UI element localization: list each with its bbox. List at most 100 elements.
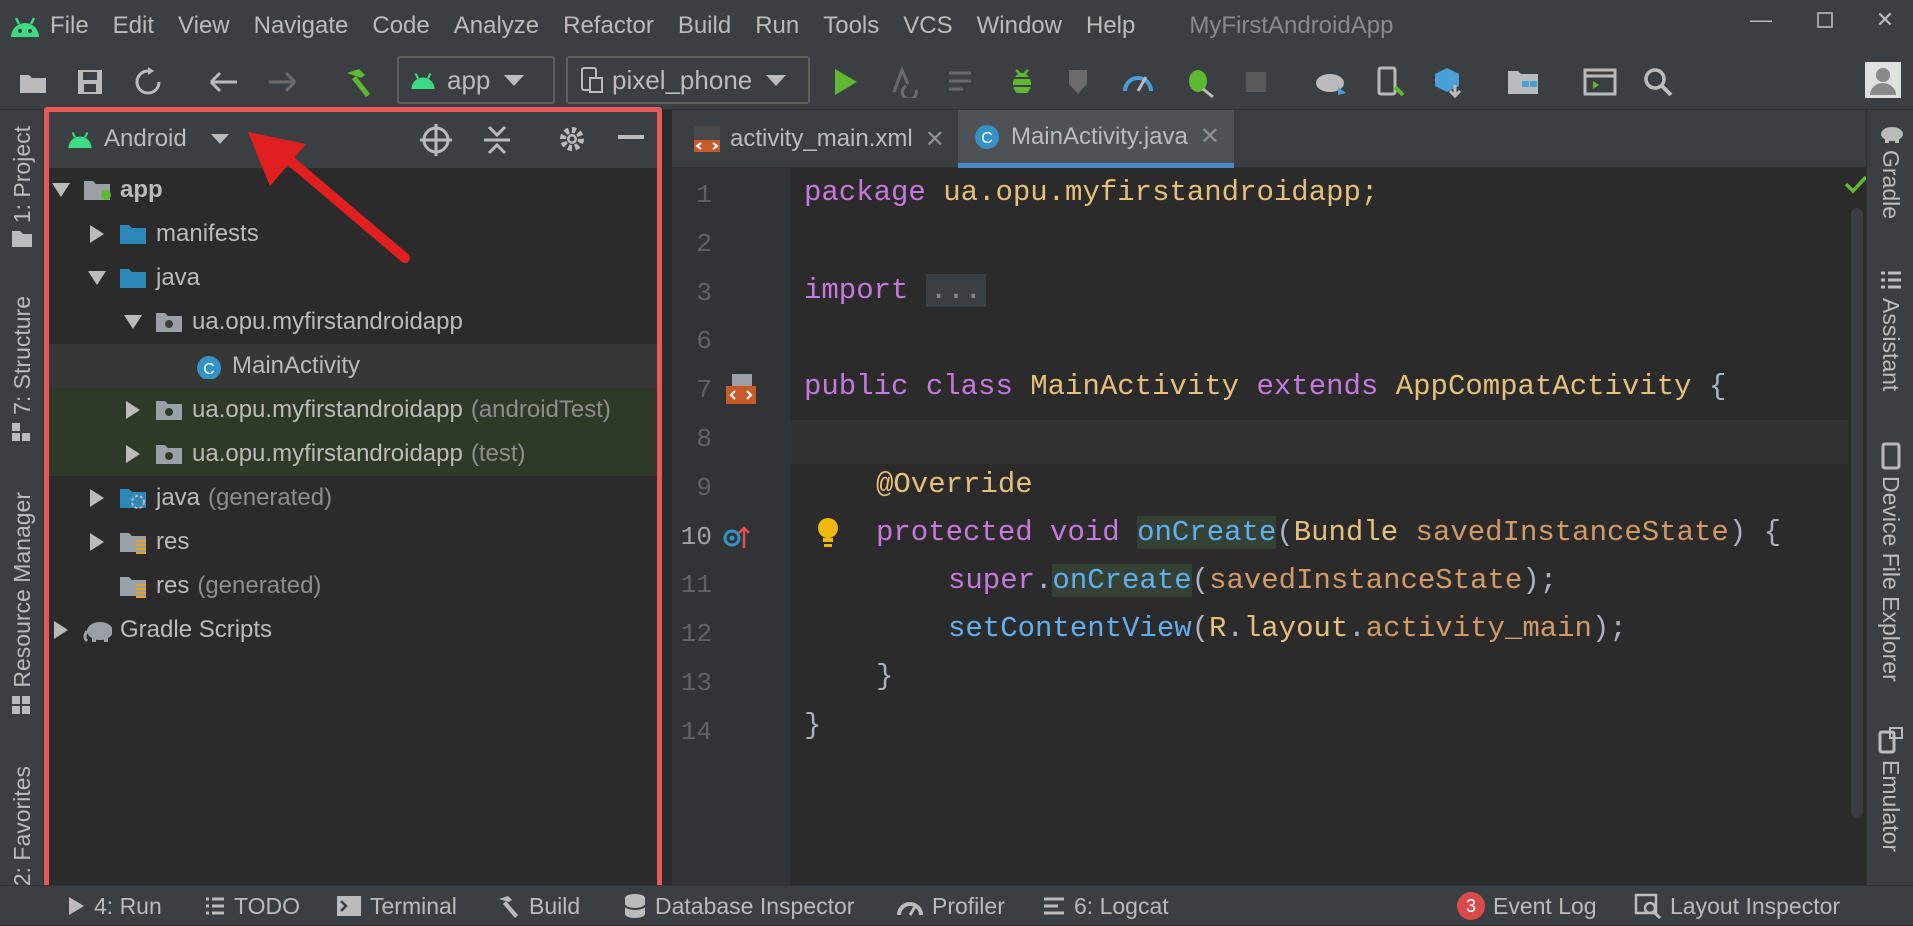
debug-bug-icon[interactable]	[1002, 62, 1042, 102]
stop-icon[interactable]	[1236, 62, 1276, 102]
menu-view[interactable]: View	[178, 12, 230, 40]
menu-run[interactable]: Run	[755, 12, 799, 40]
maximize-icon[interactable]	[1797, 0, 1853, 40]
account-avatar-icon[interactable]	[1865, 62, 1901, 98]
hide-panel-icon[interactable]	[618, 135, 644, 139]
tab-mainactivity-java[interactable]: C MainActivity.java ✕	[958, 110, 1234, 168]
tree-item-label: ua.opu.myfirstandroidapp	[192, 440, 463, 467]
event-log-tool-button[interactable]: 3 Event Log	[1457, 886, 1597, 926]
activity-layout-icon[interactable]	[724, 372, 760, 408]
menu-navigate[interactable]: Navigate	[254, 12, 349, 40]
gradle-tool-tab[interactable]: Gradle	[1867, 124, 1913, 219]
project-tool-tab[interactable]: 1: Project	[0, 126, 44, 249]
scrollbar-thumb[interactable]	[1851, 208, 1863, 818]
minimize-icon[interactable]: —	[1733, 0, 1789, 40]
menu-analyze[interactable]: Analyze	[454, 12, 539, 40]
menu-code[interactable]: Code	[372, 12, 429, 40]
menu-file[interactable]: File	[50, 12, 89, 40]
tree-item-package-test[interactable]: ua.opu.myfirstandroidapp (test)	[44, 432, 661, 476]
expand-arrow-icon[interactable]	[50, 619, 72, 641]
structure-tool-tab[interactable]: 7: Structure	[0, 296, 44, 443]
close-tab-icon[interactable]: ✕	[925, 125, 945, 154]
tree-item-mainactivity[interactable]: C MainActivity	[44, 344, 661, 388]
locate-file-icon[interactable]	[420, 124, 452, 161]
line-number: 14	[680, 717, 712, 747]
apply-changes-restart-icon[interactable]	[883, 62, 923, 102]
build-tool-button[interactable]: Build	[495, 886, 580, 926]
menu-help[interactable]: Help	[1086, 12, 1135, 40]
avd-manager-icon[interactable]	[1370, 62, 1410, 102]
menu-tools[interactable]: Tools	[823, 12, 879, 40]
layout-inspector-tool-button[interactable]: Layout Inspector	[1634, 886, 1840, 926]
tree-item-java-generated[interactable]: java (generated)	[44, 476, 661, 520]
close-window-icon[interactable]: ✕	[1857, 0, 1913, 40]
expand-arrow-icon[interactable]	[122, 443, 144, 465]
lightbulb-icon[interactable]	[814, 516, 842, 552]
collapse-all-icon[interactable]	[482, 124, 512, 161]
folded-imports[interactable]: ...	[925, 273, 987, 307]
logcat-tool-button[interactable]: 6: Logcat	[1042, 886, 1169, 926]
tree-item-label: MainActivity	[232, 352, 361, 379]
collapse-arrow-icon[interactable]	[122, 311, 144, 333]
layout-preview-icon[interactable]	[1580, 62, 1620, 102]
editor-scrollbar[interactable]	[1844, 168, 1868, 885]
sdk-manager-icon[interactable]	[1428, 62, 1468, 102]
expand-arrow-icon[interactable]	[122, 399, 144, 421]
search-icon[interactable]	[1638, 62, 1678, 102]
xml-file-icon	[694, 126, 720, 152]
run-play-icon[interactable]	[825, 62, 865, 102]
collapse-arrow-icon[interactable]	[86, 267, 108, 289]
project-tool-label: 1: Project	[8, 126, 35, 224]
menu-window[interactable]: Window	[977, 12, 1062, 40]
back-arrow-icon[interactable]	[203, 62, 243, 102]
terminal-tool-button[interactable]: Terminal	[336, 886, 457, 926]
save-icon[interactable]	[70, 62, 110, 102]
favorites-tool-tab[interactable]: 2: Favorites	[0, 766, 44, 886]
menu-vcs[interactable]: VCS	[903, 12, 952, 40]
project-structure-icon[interactable]	[1503, 62, 1543, 102]
tree-item-res[interactable]: res	[44, 520, 661, 564]
open-folder-icon[interactable]	[14, 62, 54, 102]
tree-item-package[interactable]: ua.opu.myfirstandroidapp	[44, 300, 661, 344]
expand-arrow-icon[interactable]	[86, 223, 108, 245]
todo-tool-button[interactable]: TODO	[204, 886, 300, 926]
assistant-label: Assistant	[1878, 298, 1904, 392]
generated-folder-icon	[120, 489, 146, 509]
keyword: public	[804, 369, 909, 403]
keyword: package	[804, 175, 926, 209]
tab-activity-main-xml[interactable]: activity_main.xml ✕	[678, 110, 959, 168]
sync-icon[interactable]	[128, 62, 168, 102]
make-project-hammer-icon[interactable]	[338, 62, 378, 102]
menu-refactor[interactable]: Refactor	[563, 12, 654, 40]
gear-icon[interactable]	[557, 124, 587, 159]
tree-item-package-androidtest[interactable]: ua.opu.myfirstandroidapp (androidTest)	[44, 388, 661, 432]
menu-build[interactable]: Build	[678, 12, 731, 40]
sync-gradle-icon[interactable]	[1312, 62, 1352, 102]
device-select[interactable]: pixel_phone	[566, 56, 810, 104]
override-method-icon[interactable]	[722, 522, 752, 552]
tree-item-gradle-scripts[interactable]: Gradle Scripts	[44, 608, 661, 652]
tree-item-suffix: (generated)	[208, 484, 333, 511]
close-tab-icon[interactable]: ✕	[1200, 122, 1220, 151]
device-file-explorer-tool-tab[interactable]: Device File Explorer	[1867, 442, 1913, 682]
code-editor[interactable]: package ua.opu.myfirstandroidapp; import…	[790, 168, 1848, 885]
attach-debugger-icon[interactable]	[1180, 62, 1220, 102]
menu-edit[interactable]: Edit	[113, 12, 154, 40]
resource-manager-tool-tab[interactable]: Resource Manager	[0, 492, 44, 716]
forward-arrow-icon[interactable]	[263, 62, 303, 102]
run-config-select[interactable]: app	[397, 56, 555, 104]
expand-arrow-icon[interactable]	[50, 179, 72, 201]
device-icon	[1881, 442, 1900, 470]
emulator-tool-tab[interactable]: Emulator	[1867, 726, 1913, 852]
view-mode-select[interactable]: Android	[66, 125, 229, 153]
assistant-tool-tab[interactable]: Assistant	[1867, 270, 1913, 391]
expand-arrow-icon[interactable]	[86, 531, 108, 553]
run-with-coverage-icon[interactable]	[1060, 62, 1100, 102]
profile-icon[interactable]	[1118, 62, 1158, 102]
profiler-tool-button[interactable]: Profiler	[896, 886, 1005, 926]
database-inspector-tool-button[interactable]: Database Inspector	[623, 886, 854, 926]
apply-code-changes-icon[interactable]	[944, 62, 984, 102]
run-tool-button[interactable]: 4: Run	[66, 886, 162, 926]
expand-arrow-icon[interactable]	[86, 487, 108, 509]
tree-item-res-generated[interactable]: res (generated)	[44, 564, 661, 608]
